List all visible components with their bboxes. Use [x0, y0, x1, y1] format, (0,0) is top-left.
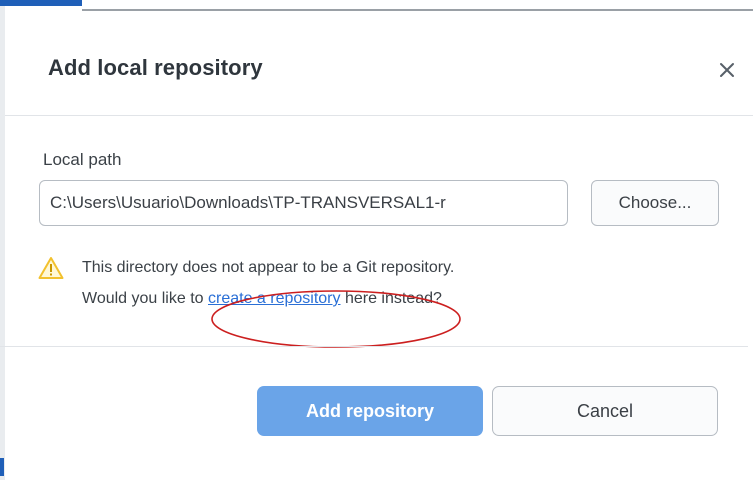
local-path-label: Local path: [43, 150, 122, 169]
choose-button[interactable]: Choose...: [591, 180, 719, 226]
close-button[interactable]: [705, 50, 749, 90]
window-border-line: [82, 9, 753, 11]
app-accent-bar: [0, 0, 82, 6]
window-bottom-mark: [0, 458, 4, 476]
warning-suggestion: Would you like to create a repository he…: [82, 290, 442, 308]
warning-suggestion-suffix: here instead?: [340, 290, 442, 307]
cancel-button[interactable]: Cancel: [492, 386, 718, 436]
warning-icon: [38, 257, 64, 279]
create-repository-link[interactable]: create a repository: [208, 290, 341, 307]
warning-message: This directory does not appear to be a G…: [82, 259, 455, 276]
close-icon: [720, 63, 734, 77]
local-path-input[interactable]: [39, 180, 568, 226]
dialog-title: Add local repository: [48, 55, 263, 80]
window-top-strip: [0, 0, 753, 12]
dialog-header: Add local repository: [5, 12, 753, 116]
warning-suggestion-prefix: Would you like to: [82, 290, 208, 307]
add-repository-button[interactable]: Add repository: [257, 386, 483, 436]
